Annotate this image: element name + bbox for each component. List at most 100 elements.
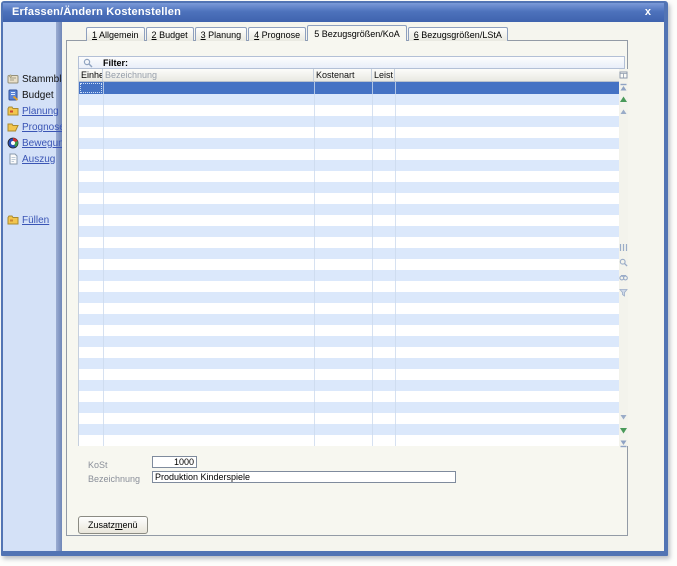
table-row[interactable] [79,358,619,369]
table-row[interactable] [79,248,619,259]
dialog-window: Erfassen/Ändern Kostenstellen x Stammbla… [1,1,668,556]
card-icon [7,73,19,85]
bezeichnung-label: Bezeichnung [88,474,140,484]
tab-strip: 1 Allgemein 2 Budget 3 Planung 4 Prognos… [86,25,509,41]
tab-panel: Filter: Einheit Bezeichnung Kostenart Le… [66,40,628,536]
sidebar-item-budget[interactable]: Budget [3,87,56,103]
first-row-icon[interactable] [619,83,628,92]
sidebar-item-stammblatt[interactable]: Stammblatt [3,71,56,87]
table-row[interactable] [79,424,619,435]
column-divider [314,82,315,446]
sidebar-item-label: Auszug [22,154,55,165]
filter-bar[interactable]: Filter: [78,56,625,69]
scroll-up-icon[interactable] [619,95,628,104]
filter-label: Filter: [103,58,128,68]
page-down-icon[interactable] [619,413,628,422]
table-row[interactable] [79,138,619,149]
folder-icon [7,105,19,117]
table-row[interactable] [79,226,619,237]
table-row[interactable] [79,204,619,215]
sidebar-list: Stammblatt Budget Planung [3,71,56,228]
table-row[interactable] [79,105,619,116]
table-row[interactable] [79,149,619,160]
last-row-icon[interactable] [619,439,628,448]
column-divider [372,82,373,446]
table-row[interactable] [79,303,619,314]
column-header-kostenart[interactable]: Kostenart [314,69,372,81]
sidebar-item-fuellen[interactable]: Füllen [3,212,56,228]
sidebar: Stammblatt Budget Planung [3,22,56,551]
sidebar-item-bewegung[interactable]: Bewegung [3,135,56,151]
column-header-leist[interactable]: Leist [372,69,395,81]
scroll-down-icon[interactable] [619,426,628,435]
table-row[interactable] [79,391,619,402]
column-header-bezeichnung[interactable]: Bezeichnung [103,69,314,81]
find-next-icon[interactable] [619,273,628,282]
table-row[interactable] [79,435,619,446]
folder-open-icon [7,121,19,133]
tab-prognose[interactable]: 4 Prognose [248,27,306,41]
close-button[interactable]: x [641,3,655,22]
zusatzmenu-button[interactable]: Zusatzmenü [78,516,148,534]
grid-side-toolbar [619,69,628,446]
main-area: 1 Allgemein 2 Budget 3 Planung 4 Prognos… [62,22,664,551]
kost-field[interactable] [152,456,197,468]
column-divider [395,82,396,446]
table-row[interactable] [79,270,619,281]
bezeichnung-field[interactable] [152,471,456,483]
column-divider [103,82,104,446]
table-row[interactable] [79,281,619,292]
tab-allgemein[interactable]: 1 Allgemein [86,27,145,41]
tab-planung[interactable]: 3 Planung [195,27,248,41]
budget-icon [7,89,19,101]
filter-funnel-icon[interactable] [619,288,628,297]
table-row[interactable] [79,402,619,413]
column-header-einheit[interactable]: Einheit [79,69,103,81]
search-rows-icon[interactable] [619,258,628,267]
tab-bezugsgroessen-lsta[interactable]: 6 Bezugsgrößen/LStA [408,27,508,41]
table-rows [79,94,619,446]
sidebar-item-prognose[interactable]: Prognose [3,119,56,135]
sidebar-item-label: Füllen [22,215,49,226]
table-row[interactable] [79,347,619,358]
table-row[interactable] [79,160,619,171]
data-grid: Einheit Bezeichnung Kostenart Leist [78,69,619,446]
table-row[interactable] [79,292,619,303]
title-bar[interactable]: Erfassen/Ändern Kostenstellen x [3,3,664,22]
table-row[interactable] [79,193,619,204]
table-row[interactable] [79,314,619,325]
table-row[interactable] [79,171,619,182]
table-row[interactable] [79,127,619,138]
document-icon [7,153,19,165]
sidebar-item-label: Prognose [22,122,65,133]
wheel-icon [7,137,19,149]
table-row[interactable] [79,237,619,248]
table-row[interactable] [79,336,619,347]
table-row[interactable] [79,116,619,127]
table-row[interactable] [79,369,619,380]
page-up-icon[interactable] [619,107,628,116]
column-header-filler [395,69,619,81]
sidebar-item-planung[interactable]: Planung [3,103,56,119]
tab-budget[interactable]: 2 Budget [146,27,194,41]
column-chooser-icon[interactable] [619,70,628,79]
sidebar-item-label: Budget [22,90,54,101]
table-row[interactable] [79,259,619,270]
search-icon [83,58,93,68]
table-row[interactable] [79,182,619,193]
table-row[interactable] [79,94,619,105]
table-row[interactable] [79,215,619,226]
kost-label: KoSt [88,460,108,470]
folder-icon [7,214,19,226]
grid-view-icon[interactable] [619,243,628,252]
tab-bezugsgroessen-koa[interactable]: 5 Bezugsgrößen/KoA [307,25,407,41]
table-row[interactable] [79,380,619,391]
sidebar-item-auszug[interactable]: Auszug [3,151,56,167]
focus-cell [80,83,102,93]
table-row[interactable] [79,413,619,424]
grid-header: Einheit Bezeichnung Kostenart Leist [79,69,619,82]
table-row[interactable] [79,325,619,336]
sidebar-item-label: Planung [22,106,59,117]
table-row-selected[interactable] [79,82,619,94]
dialog-content: Stammblatt Budget Planung [3,22,664,551]
